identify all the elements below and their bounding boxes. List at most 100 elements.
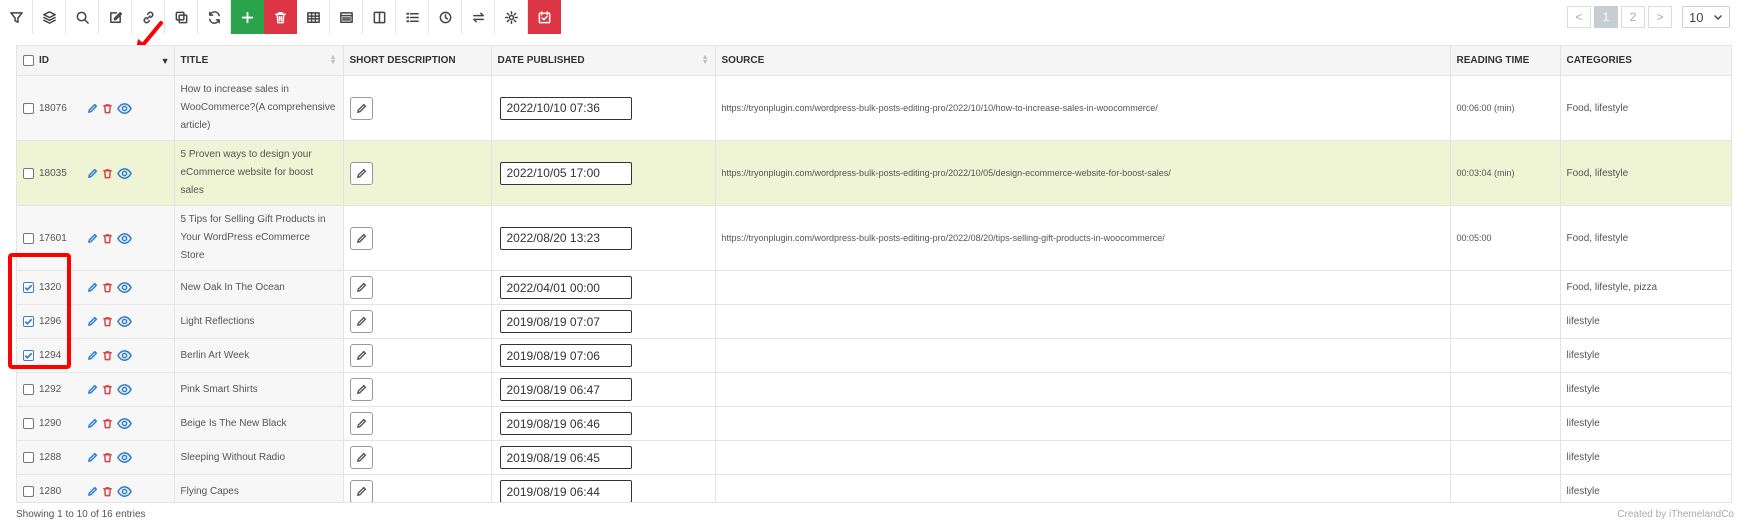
reading-time-cell[interactable]	[1450, 270, 1561, 305]
edit-description-button[interactable]	[349, 226, 373, 250]
settings-button[interactable]	[495, 0, 528, 34]
eye-icon[interactable]	[117, 281, 132, 294]
table-row[interactable]: 1292 Pink Smart Shirts 2019/08/19 06:47 lif…	[17, 372, 1731, 407]
eye-icon[interactable]	[117, 383, 132, 396]
categories-cell[interactable]: lifestyle	[1560, 474, 1731, 502]
edit-icon[interactable]	[87, 384, 98, 395]
categories-cell[interactable]: Food, lifestyle	[1560, 75, 1731, 141]
source-cell[interactable]: https://tryonplugin.com/wordpress-bulk-p…	[715, 205, 1451, 271]
sort-desc-icon[interactable]: ▼	[161, 56, 170, 66]
title-cell[interactable]: Beige Is The New Black	[174, 406, 344, 441]
categories-cell[interactable]: Food, lifestyle	[1560, 205, 1731, 271]
row-checkbox[interactable]	[23, 486, 34, 497]
source-cell[interactable]	[715, 270, 1451, 305]
title-cell[interactable]: Light Reflections	[174, 304, 344, 339]
reading-time-cell[interactable]: 00:03:04 (min)	[1450, 140, 1561, 206]
reading-time-cell[interactable]	[1450, 304, 1561, 339]
eye-icon[interactable]	[117, 102, 132, 115]
categories-cell[interactable]: lifestyle	[1560, 338, 1731, 373]
sort-icon[interactable]: ▲ ▼	[330, 54, 337, 66]
duplicate-button[interactable]	[165, 0, 198, 34]
table-view-button[interactable]	[297, 0, 330, 34]
edit-description-button[interactable]	[349, 276, 373, 299]
edit-description-button[interactable]	[349, 96, 373, 120]
title-cell[interactable]: 5 Proven ways to design your eCommerce w…	[174, 140, 344, 206]
sort-icon[interactable]: ▲ ▼	[702, 54, 709, 66]
history-button[interactable]	[429, 0, 462, 34]
reading-time-cell[interactable]	[1450, 440, 1561, 475]
title-cell[interactable]: New Oak In The Ocean	[174, 270, 344, 305]
categories-cell[interactable]: Food, lifestyle, pizza	[1560, 270, 1731, 305]
column-profile-button[interactable]	[330, 0, 363, 34]
id-header[interactable]: ID ▼	[17, 46, 175, 76]
table-row[interactable]: 1290 Beige Is The New Black 2019/08/19 06:…	[17, 406, 1731, 441]
page-size-select[interactable]: 10	[1682, 6, 1730, 28]
eye-icon[interactable]	[117, 315, 132, 328]
delete-button[interactable]	[264, 0, 297, 34]
table-row[interactable]: 17601 5 Tips for Selling Gift Products in…	[17, 205, 1731, 271]
edit-description-button[interactable]	[349, 310, 373, 333]
filter-button[interactable]	[0, 0, 33, 34]
trash-icon[interactable]	[102, 316, 113, 327]
categories-cell[interactable]: lifestyle	[1560, 440, 1731, 475]
edit-icon[interactable]	[87, 316, 98, 327]
date-published-input[interactable]: 2022/10/05 17:00	[499, 161, 632, 185]
edit-description-button[interactable]	[349, 412, 373, 435]
title-cell[interactable]: Flying Capes	[174, 474, 344, 502]
layers-button[interactable]	[33, 0, 66, 34]
source-header[interactable]: SOURCE	[715, 46, 1451, 76]
edit-icon[interactable]	[87, 350, 98, 361]
title-header[interactable]: TITLE ▲ ▼	[174, 46, 344, 76]
table-row[interactable]: 1296 Light Reflections 2019/08/19 07:07 lif…	[17, 304, 1731, 339]
edit-icon[interactable]	[87, 168, 98, 179]
row-checkbox[interactable]	[23, 384, 34, 395]
page-1-button[interactable]: 1	[1594, 6, 1618, 28]
trash-icon[interactable]	[102, 282, 113, 293]
list-button[interactable]	[396, 0, 429, 34]
prev-page-button[interactable]: <	[1567, 6, 1591, 28]
source-cell[interactable]	[715, 304, 1451, 339]
date-published-input[interactable]: 2022/10/10 07:36	[499, 96, 632, 120]
eye-icon[interactable]	[117, 167, 132, 180]
categories-cell[interactable]: lifestyle	[1560, 406, 1731, 441]
reading-time-cell[interactable]	[1450, 406, 1561, 441]
page-2-button[interactable]: 2	[1621, 6, 1645, 28]
edit-description-button[interactable]	[349, 344, 373, 367]
trash-icon[interactable]	[102, 168, 113, 179]
trash-icon[interactable]	[102, 350, 113, 361]
add-post-button[interactable]	[231, 0, 264, 34]
date-published-input[interactable]: 2019/08/19 06:45	[499, 446, 632, 469]
trash-icon[interactable]	[102, 418, 113, 429]
table-row[interactable]: 1320 New Oak In The Ocean 2022/04/01 00:00…	[17, 270, 1731, 305]
select-all-checkbox[interactable]	[23, 55, 34, 66]
categories-header[interactable]: CATEGORIES	[1560, 46, 1731, 76]
table-row[interactable]: 1280 Flying Capes 2019/08/19 06:44 lifestyl…	[17, 474, 1731, 502]
date-published-input[interactable]: 2022/08/20 13:23	[499, 226, 632, 250]
title-cell[interactable]: Berlin Art Week	[174, 338, 344, 373]
bulk-edit-button[interactable]	[99, 0, 132, 34]
date-published-input[interactable]: 2019/08/19 06:47	[499, 378, 632, 401]
row-checkbox[interactable]	[23, 418, 34, 429]
date-published-input[interactable]: 2019/08/19 06:46	[499, 412, 632, 435]
eye-icon[interactable]	[117, 485, 132, 498]
reading-time-header[interactable]: READING TIME	[1450, 46, 1561, 76]
reload-button[interactable]	[198, 0, 231, 34]
date-published-input[interactable]: 2022/04/01 00:00	[499, 276, 632, 299]
date-published-input[interactable]: 2019/08/19 06:44	[499, 480, 632, 502]
eye-icon[interactable]	[117, 232, 132, 245]
row-checkbox[interactable]	[23, 102, 34, 114]
row-checkbox[interactable]	[23, 167, 34, 179]
edit-icon[interactable]	[87, 486, 98, 497]
meta-fields-button[interactable]	[528, 0, 561, 34]
edit-icon[interactable]	[87, 452, 98, 463]
eye-icon[interactable]	[117, 417, 132, 430]
edit-icon[interactable]	[87, 103, 98, 114]
trash-icon[interactable]	[102, 233, 113, 244]
table-row[interactable]: 1288 Sleeping Without Radio 2019/08/19 06:…	[17, 440, 1731, 475]
reading-time-cell[interactable]: 00:06:00 (min)	[1450, 75, 1561, 141]
source-cell[interactable]	[715, 474, 1451, 502]
search-button[interactable]	[66, 0, 99, 34]
categories-cell[interactable]: lifestyle	[1560, 304, 1731, 339]
reading-time-cell[interactable]	[1450, 338, 1561, 373]
categories-cell[interactable]: lifestyle	[1560, 372, 1731, 407]
